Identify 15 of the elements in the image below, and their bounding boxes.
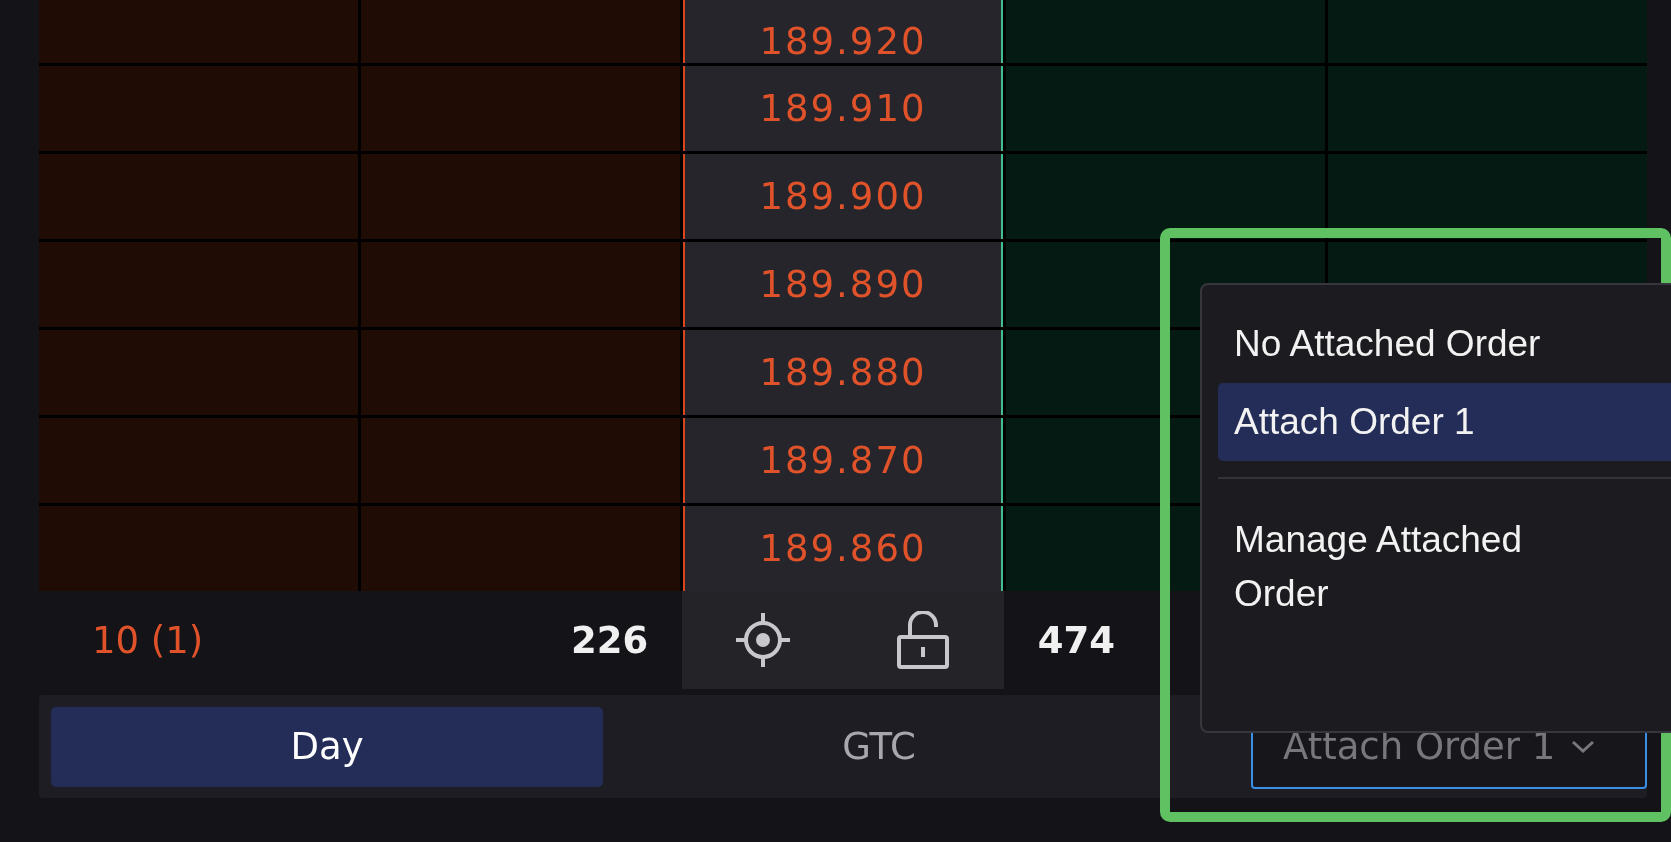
price-cell[interactable]: 189.920 <box>683 0 1003 63</box>
menu-item[interactable]: No Attached Order <box>1218 305 1671 383</box>
price-cell[interactable]: 189.880 <box>683 330 1003 415</box>
bid-size-total: 226 <box>570 618 649 662</box>
time-in-force-tab[interactable]: Day <box>51 706 603 787</box>
price-cell[interactable]: 189.900 <box>683 154 1003 239</box>
ask-size-total: 474 <box>1037 618 1116 662</box>
menu-item[interactable]: Attach Order 1 <box>1218 383 1671 461</box>
price-cell[interactable]: 189.860 <box>683 506 1003 591</box>
price-cell[interactable]: 189.910 <box>683 66 1003 151</box>
bid-orders-count: 10 (1) <box>92 618 204 662</box>
price-cell[interactable]: 189.890 <box>683 242 1003 327</box>
time-in-force-tab[interactable]: GTC <box>603 706 1155 787</box>
price-cell[interactable]: 189.870 <box>683 418 1003 503</box>
menu-item[interactable]: Manage Attached Order <box>1218 495 1618 639</box>
